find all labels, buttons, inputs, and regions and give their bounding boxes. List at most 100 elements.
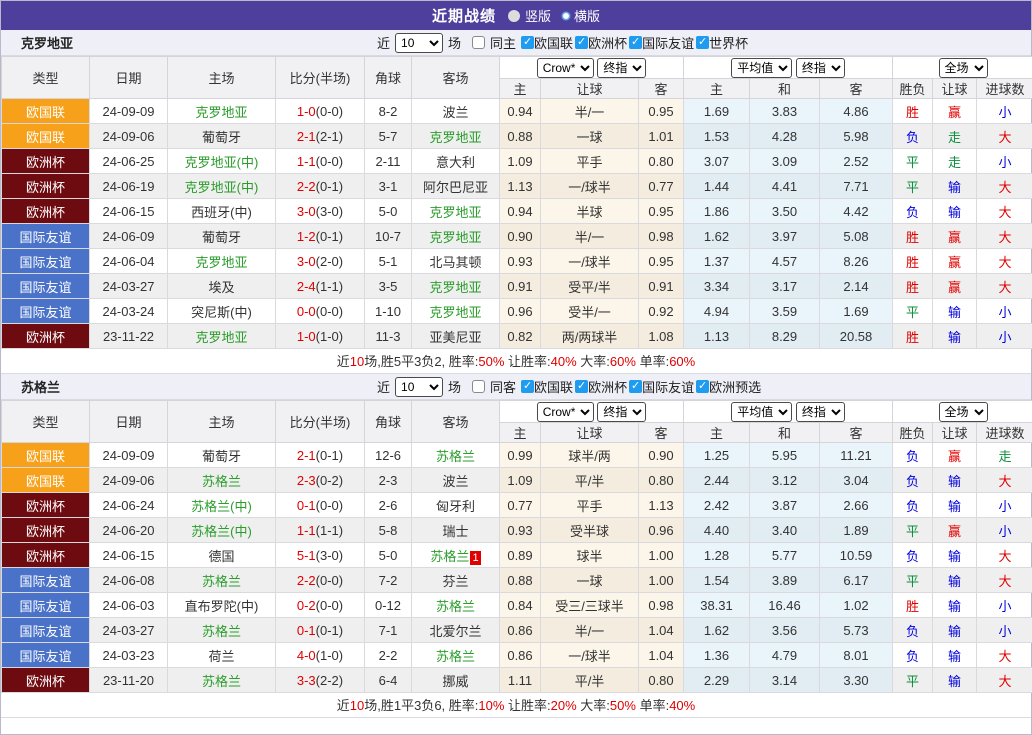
halftime-score: (3-0) <box>315 547 344 563</box>
away-team-cell: 苏格兰 1 <box>411 542 500 568</box>
checkbox-checked-icon <box>696 380 710 393</box>
handicap-line: 一球 <box>540 567 639 593</box>
league-type-badge: 国际友谊 <box>1 592 90 618</box>
col-header-date: 日期 <box>89 56 168 99</box>
league-type-badge: 欧国联 <box>1 98 90 124</box>
fulltime-score: 3-0 <box>296 203 316 219</box>
final-odds-select[interactable]: 终指 <box>597 57 647 78</box>
handicap-result: 赢 <box>932 273 978 299</box>
team-section: 苏格兰 近 10 场 同客 欧国联欧洲杯国际友谊欧洲预选 类型 日期 <box>1 374 1032 718</box>
avg-away-odds: 5.08 <box>818 223 894 249</box>
win-loss-result: 平 <box>892 567 934 593</box>
league-type-badge: 欧洲杯 <box>1 173 90 199</box>
recent-count-select[interactable]: 10 <box>395 32 444 53</box>
recent-count-select[interactable]: 10 <box>395 376 444 397</box>
match-score: 2-1(0-1) <box>275 442 365 468</box>
goals-result: 大 <box>976 223 1032 249</box>
checkbox-checked-icon <box>629 380 643 393</box>
final-odds-select[interactable]: 终指 <box>597 401 647 422</box>
home-team-cell: 苏格兰 <box>167 617 276 643</box>
home-team-name: 克罗地亚(中) <box>184 179 259 195</box>
league-filter[interactable]: 国际友谊 <box>629 33 694 52</box>
win-loss-result: 负 <box>892 542 934 568</box>
avg-away-odds: 2.52 <box>818 148 894 174</box>
match-score: 2-2(0-1) <box>275 173 365 199</box>
avg-draw-odds: 4.57 <box>749 248 820 274</box>
odds-provider-select[interactable]: Crow* <box>536 57 594 78</box>
avg-home-odds: 1.62 <box>683 617 750 643</box>
col-header-corner: 角球 <box>364 400 412 443</box>
avg-draw-odds: 3.09 <box>749 148 820 174</box>
away-team-name: 芬兰 <box>442 573 469 589</box>
odds-provider-select[interactable]: Crow* <box>536 401 594 422</box>
match-score: 4-0(1-0) <box>275 642 365 668</box>
handicap-result: 赢 <box>932 248 978 274</box>
handicap-result: 赢 <box>932 442 978 468</box>
handicap-away-odds: 1.00 <box>638 567 684 593</box>
home-team-cell: 苏格兰(中) <box>167 492 276 518</box>
avg-home-odds: 2.44 <box>683 467 750 493</box>
summary-segment: 单率: <box>635 354 670 369</box>
match-date: 24-03-24 <box>89 298 168 324</box>
layout-horizontal-radio[interactable]: 横版 <box>563 6 600 25</box>
match-score: 1-0(0-0) <box>275 98 365 124</box>
avg-away-odds: 1.89 <box>818 517 894 543</box>
same-venue-checkbox[interactable] <box>472 380 486 393</box>
league-filter[interactable]: 世界杯 <box>696 33 748 52</box>
league-type-badge: 国际友谊 <box>1 273 90 299</box>
corner-kicks: 2-2 <box>364 642 412 668</box>
avg-home-odds: 38.31 <box>683 592 750 618</box>
recent-results-page: 近期战绩 竖版 横版 克罗地亚 近 10 场 同主 欧国联欧洲杯国际友谊世界杯 <box>0 0 1032 735</box>
league-type-badge: 欧洲杯 <box>1 198 90 224</box>
avg-draw-odds: 3.12 <box>749 467 820 493</box>
league-filter[interactable]: 国际友谊 <box>629 377 694 396</box>
away-team-cell: 亚美尼亚 <box>411 323 500 349</box>
fulltime-score: 0-1 <box>296 497 316 513</box>
match-score: 2-1(2-1) <box>275 123 365 149</box>
halftime-score: (0-0) <box>315 303 344 319</box>
handicap-away-odds: 1.08 <box>638 323 684 349</box>
handicap-odds-header: Crow* 终指 <box>499 400 684 423</box>
handicap-away-odds: 0.80 <box>638 667 684 693</box>
avg-away-odds: 7.71 <box>818 173 894 199</box>
halftime-score: (0-1) <box>315 447 344 463</box>
away-team-cell: 阿尔巴尼亚 <box>411 173 500 199</box>
summary-segment: 20% <box>550 698 577 713</box>
handicap-line: 两/两球半 <box>540 323 639 349</box>
league-filter[interactable]: 欧洲杯 <box>575 33 627 52</box>
league-type-badge: 欧国联 <box>1 467 90 493</box>
win-loss-result: 胜 <box>892 323 934 349</box>
full-match-select[interactable]: 全场 <box>938 57 988 78</box>
league-filter[interactable]: 欧洲杯 <box>575 377 627 396</box>
league-filter[interactable]: 欧国联 <box>521 377 573 396</box>
average-odds-select[interactable]: 平均值 <box>731 401 793 422</box>
league-filter[interactable]: 欧洲预选 <box>696 377 761 396</box>
handicap-away-odds: 0.80 <box>638 467 684 493</box>
layout-vertical-radio[interactable]: 竖版 <box>507 6 551 25</box>
avg-draw-odds: 3.59 <box>749 298 820 324</box>
corner-kicks: 5-8 <box>364 517 412 543</box>
average-odds-select[interactable]: 平均值 <box>731 57 793 78</box>
same-venue-checkbox[interactable] <box>472 36 486 49</box>
home-team-cell: 葡萄牙 <box>167 223 276 249</box>
away-team-cell: 苏格兰 <box>411 592 500 618</box>
home-team-name: 葡萄牙 <box>201 448 241 464</box>
match-date: 24-06-08 <box>89 567 168 593</box>
handicap-away-odds: 1.04 <box>638 642 684 668</box>
handicap-line: 受平/半 <box>540 273 639 299</box>
match-row: 国际友谊 24-03-27 埃及 2-4(1-1) 3-5 克罗地亚 0.91 受平/半 0.9… <box>1 273 1032 299</box>
away-team-name: 波兰 <box>442 104 469 120</box>
avg-away-odds: 5.73 <box>818 617 894 643</box>
home-team-name: 突尼斯(中) <box>191 304 252 320</box>
league-filter-label: 欧洲预选 <box>709 380 762 395</box>
final-odds-select-2[interactable]: 终指 <box>795 57 845 78</box>
same-venue-label: 同客 <box>490 380 517 395</box>
league-filter[interactable]: 欧国联 <box>521 33 573 52</box>
final-odds-select-2[interactable]: 终指 <box>795 401 845 422</box>
away-team-name: 苏格兰 <box>435 448 475 464</box>
avg-home-odds: 1.86 <box>683 198 750 224</box>
match-row: 国际友谊 24-06-03 直布罗陀(中) 0-2(0-0) 0-12 苏格兰 0.84 受三… <box>1 592 1032 618</box>
handicap-line: 受三/三球半 <box>540 592 639 618</box>
full-match-select[interactable]: 全场 <box>938 401 988 422</box>
win-loss-result: 胜 <box>892 98 934 124</box>
